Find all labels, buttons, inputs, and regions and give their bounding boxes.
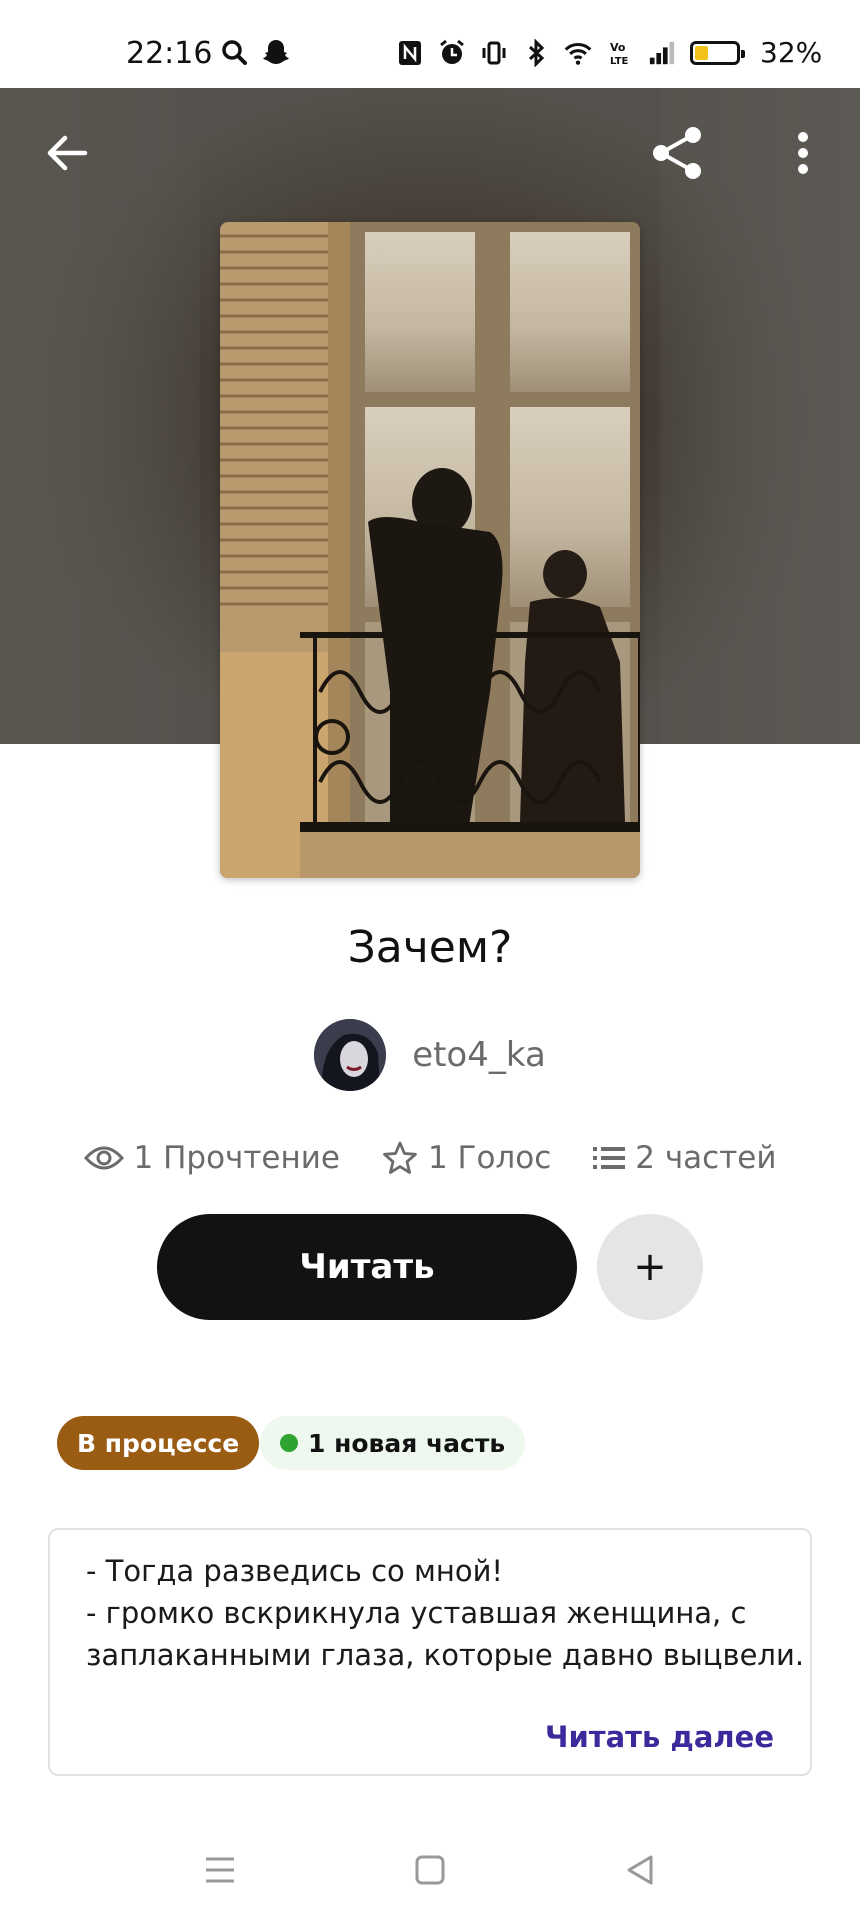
nfc-icon xyxy=(396,37,424,69)
status-time: 22:16 xyxy=(126,36,213,71)
wifi-icon xyxy=(564,37,592,69)
home-button[interactable] xyxy=(405,1845,455,1895)
share-button[interactable] xyxy=(642,118,712,188)
recents-button[interactable] xyxy=(195,1845,245,1895)
arrow-left-icon xyxy=(47,135,88,171)
menu-lines-icon xyxy=(206,1857,234,1883)
back-button[interactable] xyxy=(32,118,102,188)
battery-percent: 32% xyxy=(760,36,823,69)
search-status-icon xyxy=(220,36,248,68)
read-more-link[interactable]: Читать далее xyxy=(545,1720,774,1754)
new-part-label: 1 новая часть xyxy=(308,1428,506,1458)
volte-icon: Vo LTE xyxy=(606,37,634,69)
author-avatar[interactable] xyxy=(314,1019,387,1091)
add-to-library-button[interactable]: + xyxy=(597,1214,703,1320)
story-excerpt[interactable]: - Тогда разведись со мной! - громко вскр… xyxy=(48,1528,812,1776)
author-row[interactable]: eto4_ka xyxy=(0,1018,860,1092)
excerpt-line: - Тогда разведись со мной! xyxy=(86,1554,504,1588)
parts-stat[interactable]: 2 частей xyxy=(593,1140,776,1176)
star-icon xyxy=(383,1141,417,1174)
battery-icon xyxy=(690,40,745,65)
excerpt-line: - громко вскрикнула уставшая женщина, с xyxy=(86,1596,747,1630)
more-vert-icon xyxy=(798,132,808,174)
svg-text:Vo: Vo xyxy=(610,41,626,54)
eye-icon xyxy=(83,1146,124,1170)
excerpt-line: заплаканными глаза, которые давно выцвел… xyxy=(86,1638,805,1672)
votes-count: 1 Голос xyxy=(427,1140,552,1176)
signal-icon xyxy=(648,37,676,69)
system-nav-bar xyxy=(0,1820,860,1920)
more-options-button[interactable] xyxy=(768,118,838,188)
parts-count[interactable]: 2 частей xyxy=(635,1140,776,1176)
story-stats: 1 Прочтение 1 Голос 2 частей xyxy=(0,1130,860,1186)
snapchat-icon xyxy=(262,36,290,68)
story-cover-image[interactable] xyxy=(220,222,640,878)
alarm-icon xyxy=(438,37,466,69)
reads-count: 1 Прочтение xyxy=(133,1140,340,1176)
list-icon xyxy=(593,1147,626,1169)
author-name[interactable]: eto4_ka xyxy=(412,1035,546,1075)
square-icon xyxy=(415,1855,445,1885)
vibrate-icon xyxy=(480,37,508,69)
back-nav-button[interactable] xyxy=(615,1845,665,1895)
battery-level xyxy=(695,45,708,60)
share-icon xyxy=(653,127,701,179)
read-button[interactable]: Читать xyxy=(157,1214,577,1320)
status-bar: 22:16 Vo LTE 32% xyxy=(0,0,860,88)
new-part-badge: 1 новая часть xyxy=(260,1416,526,1470)
status-badge: В процессе xyxy=(57,1416,260,1470)
triangle-back-icon xyxy=(627,1855,653,1885)
reads-stat: 1 Прочтение xyxy=(83,1140,340,1176)
new-indicator-dot xyxy=(280,1434,298,1452)
svg-text:LTE: LTE xyxy=(610,56,629,67)
bluetooth-icon xyxy=(522,37,550,69)
story-title: Зачем? xyxy=(347,922,513,973)
cover-illustration xyxy=(220,222,640,878)
votes-stat: 1 Голос xyxy=(382,1140,551,1176)
